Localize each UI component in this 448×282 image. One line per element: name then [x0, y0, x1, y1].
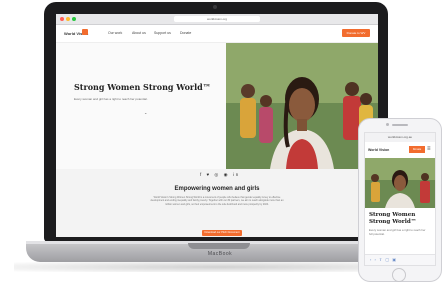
scroll-down-icon[interactable]: ⌄ — [144, 110, 147, 115]
phone-toolbar-icons[interactable]: ‹ › ⇪ ▢ ▣ — [370, 257, 397, 262]
browser-toolbar: worldvision.org — [56, 14, 378, 25]
section-title: Empowering women and girls — [174, 186, 260, 192]
phone-site-header: World Vision Donate ≡ — [365, 142, 435, 159]
section-body: World Vision’s Strong Women Strong World… — [150, 196, 284, 206]
phone-browser-toolbar: ‹ › ⇪ ▢ ▣ — [365, 254, 435, 265]
nav-link-about-us[interactable]: About us — [132, 31, 146, 35]
phone-hero-subtitle: Every woman and girl has a right to reac… — [369, 228, 426, 236]
phone-hero-title: Strong Women Strong World™ — [369, 212, 417, 225]
phone-speaker — [392, 124, 408, 126]
laptop-notch — [188, 243, 250, 249]
phone-address-bar[interactable]: worldvision.org.au — [365, 133, 435, 142]
phone-donate-button[interactable]: Donate — [409, 146, 425, 153]
phone-site-logo[interactable]: World Vision — [368, 148, 389, 152]
nav-link-donate[interactable]: Donate — [180, 31, 191, 35]
address-bar[interactable]: worldvision.org — [174, 16, 260, 22]
donate-button[interactable]: Donate to WV — [342, 29, 370, 37]
hero-subtitle: Every woman and girl has a right to reac… — [74, 97, 148, 101]
nav-link-support-us[interactable]: Support us — [154, 31, 171, 35]
hero-text-panel — [56, 43, 226, 169]
social-links[interactable]: f ♥ ◎ ◉ in — [200, 172, 240, 178]
laptop-brand-label: MacBook — [207, 251, 233, 257]
logo-mark-icon — [82, 29, 88, 35]
maximize-window-icon[interactable] — [72, 17, 76, 21]
hero-title: Strong Women Strong World™ — [74, 82, 211, 92]
phone-home-button[interactable] — [392, 268, 406, 282]
phone-screen: worldvision.org.au World Vision Donate ≡… — [364, 132, 436, 266]
hamburger-menu-icon[interactable]: ≡ — [427, 146, 431, 152]
download-pitch-button[interactable]: Download our Pitch Document — [202, 230, 242, 236]
laptop-screen: worldvision.org World Vision Our work Ab… — [56, 14, 378, 237]
phone-hero-photo — [365, 158, 435, 208]
minimize-window-icon[interactable] — [66, 17, 70, 21]
nav-link-our-work[interactable]: Our work — [108, 31, 122, 35]
hero-photo — [226, 43, 378, 169]
close-window-icon[interactable] — [60, 17, 64, 21]
phone-camera — [386, 123, 389, 126]
laptop-camera — [213, 5, 217, 9]
site-header: World Vision Our work About us Support u… — [56, 25, 378, 43]
